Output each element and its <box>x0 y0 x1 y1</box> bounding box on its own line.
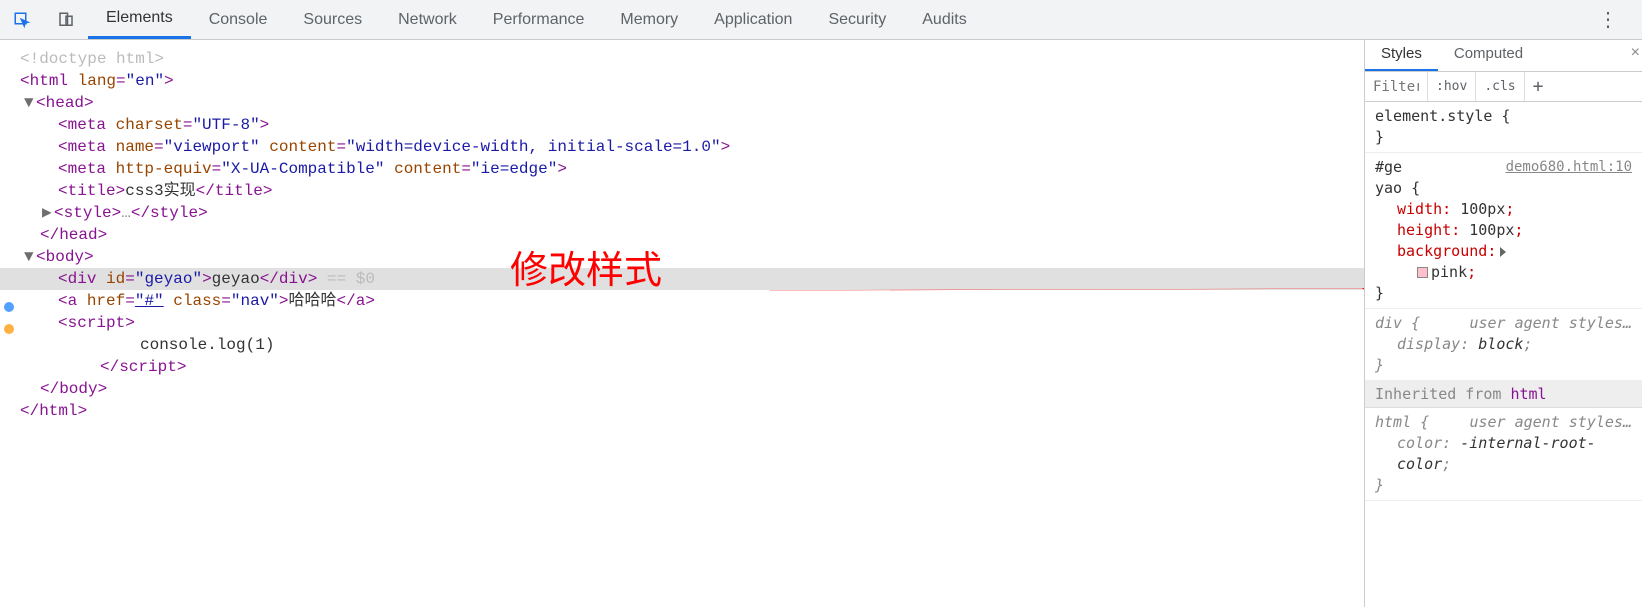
styles-filter-row: :hov .cls + <box>1365 72 1642 102</box>
styles-panel: × Styles Computed :hov .cls + element.st… <box>1364 40 1642 607</box>
expand-icon[interactable] <box>1500 247 1506 257</box>
new-style-rule-icon[interactable]: + <box>1524 72 1552 101</box>
selector-text: yao { <box>1375 179 1420 197</box>
ua-label: user agent styles… <box>1469 313 1632 334</box>
dom-line[interactable]: ▼<body> <box>0 246 1364 268</box>
tab-performance[interactable]: Performance <box>475 0 603 39</box>
dom-line[interactable]: </html> <box>0 400 1364 422</box>
tab-elements[interactable]: Elements <box>88 0 191 39</box>
dom-line[interactable]: </script> <box>0 356 1364 378</box>
style-rule-element[interactable]: element.style { } <box>1365 102 1642 153</box>
dom-line[interactable]: console.log(1) <box>0 334 1364 356</box>
hov-toggle[interactable]: :hov <box>1427 72 1475 101</box>
inspect-icon[interactable] <box>6 4 38 36</box>
dom-line[interactable]: <title>css3实现</title> <box>0 180 1364 202</box>
tab-memory[interactable]: Memory <box>602 0 696 39</box>
tab-security[interactable]: Security <box>810 0 904 39</box>
ua-label: user agent styles… <box>1469 412 1632 433</box>
main-area: <!doctype html> <html lang="en"> ▼<head>… <box>0 40 1642 607</box>
selector-text: div { <box>1375 314 1420 332</box>
dom-line[interactable]: <meta http-equiv="X-UA-Compatible" conte… <box>0 158 1364 180</box>
dom-line[interactable]: <html lang="en"> <box>0 70 1364 92</box>
main-tabs: Elements Console Sources Network Perform… <box>88 0 985 39</box>
styles-filter-input[interactable] <box>1365 79 1427 95</box>
dom-line[interactable]: </head> <box>0 224 1364 246</box>
css-property-value[interactable]: pink; <box>1375 262 1632 283</box>
dom-line[interactable]: <meta name="viewport" content="width=dev… <box>0 136 1364 158</box>
tab-sources[interactable]: Sources <box>285 0 380 39</box>
tab-computed[interactable]: Computed <box>1438 40 1539 71</box>
dom-line[interactable]: </body> <box>0 378 1364 400</box>
selector-text: html { <box>1375 413 1429 431</box>
device-toolbar-icon[interactable] <box>50 4 82 36</box>
dom-line[interactable]: <meta charset="UTF-8"> <box>0 114 1364 136</box>
tab-console[interactable]: Console <box>191 0 286 39</box>
selector-text: #ge <box>1375 158 1402 176</box>
dom-line[interactable]: <script> <box>0 312 1364 334</box>
cls-toggle[interactable]: .cls <box>1475 72 1523 101</box>
styles-tabs: Styles Computed <box>1365 40 1642 72</box>
tab-network[interactable]: Network <box>380 0 475 39</box>
tab-application[interactable]: Application <box>696 0 810 39</box>
source-link[interactable]: demo680.html:10 <box>1506 157 1632 178</box>
style-rule-div-ua[interactable]: user agent styles… div { display: block;… <box>1365 309 1642 381</box>
dom-line[interactable]: ▼<head> <box>0 92 1364 114</box>
tab-styles[interactable]: Styles <box>1365 40 1438 71</box>
gutter-marker-icon <box>4 324 14 334</box>
inherited-from-bar: Inherited from html <box>1365 381 1642 408</box>
style-rule-geyao[interactable]: demo680.html:10 #ge yao { width: 100px; … <box>1365 153 1642 309</box>
toolbar-right: ⋮ <box>1588 7 1642 32</box>
css-property[interactable]: background: <box>1375 241 1632 262</box>
elements-panel[interactable]: <!doctype html> <html lang="en"> ▼<head>… <box>0 40 1364 607</box>
css-property[interactable]: height: 100px; <box>1375 220 1632 241</box>
dom-line[interactable]: <a href="#" class="nav">哈哈哈</a> <box>0 290 1364 312</box>
kebab-menu-icon[interactable]: ⋮ <box>1588 7 1628 32</box>
css-property: display: block; <box>1375 334 1632 355</box>
dom-line[interactable]: ▶<style>…</style> <box>0 202 1364 224</box>
close-icon[interactable]: × <box>1631 44 1640 62</box>
style-rule-html-ua[interactable]: user agent styles… html { color: -intern… <box>1365 408 1642 501</box>
css-property[interactable]: width: 100px; <box>1375 199 1632 220</box>
devtools-toolbar: Elements Console Sources Network Perform… <box>0 0 1642 40</box>
color-swatch-icon[interactable] <box>1417 267 1428 278</box>
dom-line[interactable]: <!doctype html> <box>0 48 1364 70</box>
css-property: color: -internal-root-color; <box>1375 433 1632 475</box>
dom-line-selected[interactable]: <div id="geyao">geyao</div> == $0 <box>0 268 1364 290</box>
gutter-marker-icon <box>4 302 14 312</box>
tab-audits[interactable]: Audits <box>904 0 984 39</box>
selector-text: element.style { <box>1375 107 1510 125</box>
